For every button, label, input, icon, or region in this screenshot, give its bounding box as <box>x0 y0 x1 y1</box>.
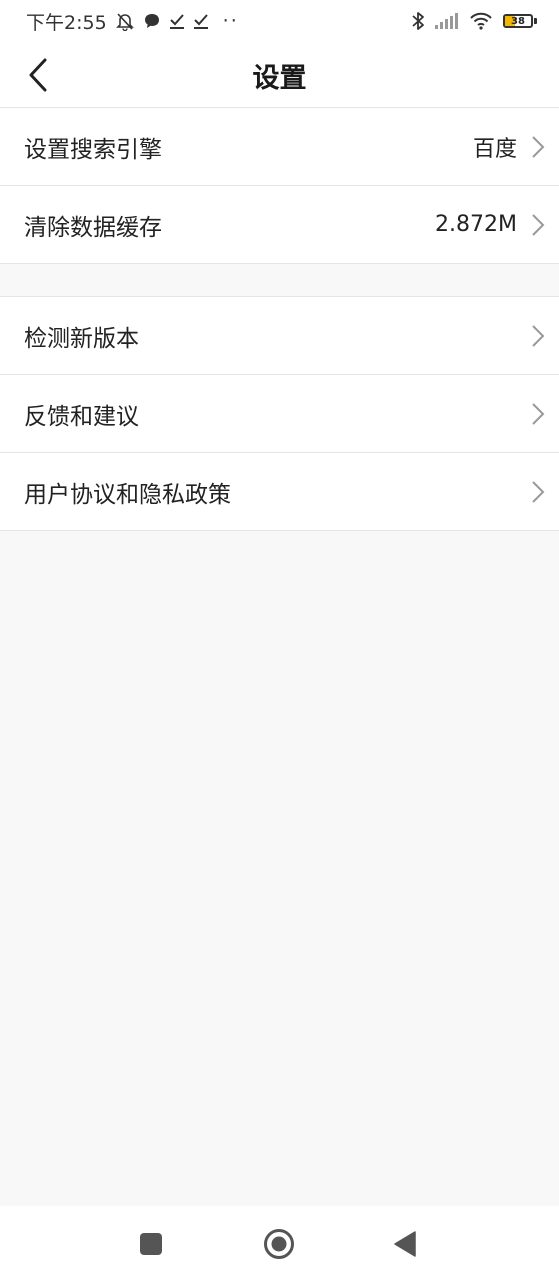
download-check-icon-2 <box>193 12 209 30</box>
status-time: 下午2:55 <box>26 11 107 34</box>
nav-back-button[interactable] <box>385 1224 425 1264</box>
download-check-icon <box>169 12 185 30</box>
settings-group-about: 检测新版本 反馈和建议 用户协议和隐私政策 <box>0 296 559 531</box>
row-search-engine[interactable]: 设置搜索引擎 百度 <box>0 108 559 186</box>
row-label: 用户协议和隐私政策 <box>24 481 231 508</box>
row-label: 反馈和建议 <box>24 403 139 430</box>
back-button[interactable] <box>20 55 56 95</box>
status-bar-left: 下午2:55 ·· <box>26 8 239 35</box>
header-bar: 设置 <box>0 42 559 108</box>
chat-bubble-icon <box>143 12 161 30</box>
status-bar-right: 38 <box>411 11 537 31</box>
chevron-right-icon <box>531 480 545 504</box>
chevron-right-icon <box>531 135 545 159</box>
battery-icon: 38 <box>503 14 537 28</box>
wifi-icon <box>469 12 493 30</box>
recent-apps-button[interactable] <box>131 1224 171 1264</box>
bluetooth-icon <box>411 11 425 31</box>
battery-level: 38 <box>511 15 525 27</box>
system-nav-bar <box>0 1206 559 1280</box>
row-value: 2.872M <box>435 212 517 237</box>
row-clear-cache[interactable]: 清除数据缓存 2.872M <box>0 186 559 264</box>
more-notifications-dots: ·· <box>222 10 239 32</box>
row-value: 百度 <box>472 136 517 162</box>
chevron-right-icon <box>531 213 545 237</box>
row-label: 设置搜索引擎 <box>24 136 162 163</box>
circle-icon <box>264 1229 294 1259</box>
signal-icon <box>435 13 459 29</box>
row-feedback[interactable]: 反馈和建议 <box>0 375 559 453</box>
row-label: 检测新版本 <box>24 325 139 352</box>
chevron-right-icon <box>531 402 545 426</box>
page-title: 设置 <box>252 62 307 94</box>
row-privacy-policy[interactable]: 用户协议和隐私政策 <box>0 453 559 531</box>
chevron-left-icon <box>29 58 47 92</box>
row-label: 清除数据缓存 <box>24 214 162 241</box>
triangle-back-icon <box>394 1231 416 1257</box>
row-check-update[interactable]: 检测新版本 <box>0 297 559 375</box>
status-bar: 下午2:55 ·· 38 <box>0 0 559 42</box>
settings-group-general: 设置搜索引擎 百度 清除数据缓存 2.872M <box>0 108 559 264</box>
home-button[interactable] <box>259 1224 299 1264</box>
bell-muted-icon <box>115 11 135 31</box>
square-icon <box>140 1233 162 1255</box>
chevron-right-icon <box>531 324 545 348</box>
